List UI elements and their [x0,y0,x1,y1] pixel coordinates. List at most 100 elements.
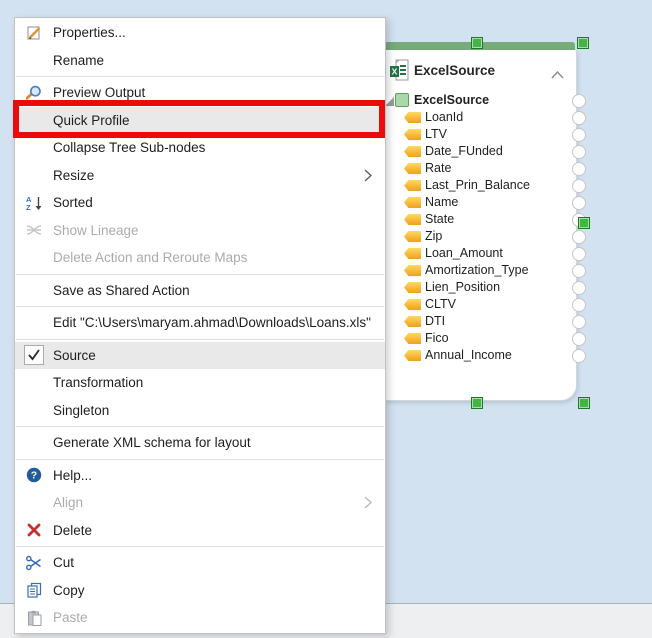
menu-item-sorted[interactable]: AZSorted [15,189,385,217]
menu-item-label: Properties... [53,25,126,40]
field-label: Zip [425,229,442,243]
tree-field-row[interactable]: Name [384,194,576,211]
connection-port[interactable] [572,162,586,176]
connection-port[interactable] [572,281,586,295]
tree-field-row[interactable]: Rate [384,160,576,177]
connection-port[interactable] [572,264,586,278]
resize-handle-top-mid[interactable] [471,37,483,49]
menu-item-show-lineage: Show Lineage [15,217,385,245]
context-menu: Properties... Rename Preview Output Quick P… [14,17,386,634]
menu-item-properties[interactable]: Properties... [15,19,385,47]
menu-item-save-as-shared-action[interactable]: Save as Shared Action [15,277,385,305]
flow-canvas[interactable]: X ExcelSource ExcelSourceLoanIdLTVDate_F… [0,0,652,637]
menu-item-help[interactable]: ?Help... [15,462,385,490]
menu-item-delete-action-and-reroute-maps: Delete Action and Reroute Maps [15,244,385,272]
tree-field-row[interactable]: CLTV [384,296,576,313]
field-tag-icon [404,129,421,140]
connection-port[interactable] [572,349,586,363]
field-label: DTI [425,314,445,328]
lineage-icon [15,223,53,237]
menu-item-collapse-tree-sub-nodes[interactable]: Collapse Tree Sub-nodes [15,134,385,162]
menu-item-label: Preview Output [53,85,145,100]
field-label: Rate [425,161,451,175]
menu-item-label: Transformation [53,375,143,390]
node-header[interactable]: X ExcelSource [384,50,576,92]
connection-port[interactable] [572,111,586,125]
delete-x-icon [15,523,53,537]
menu-item-label: Resize [53,168,94,183]
field-label: Amortization_Type [425,263,529,277]
field-tag-icon [404,282,421,293]
menu-item-cut[interactable]: Cut [15,549,385,577]
menu-item-label: Delete [53,523,92,538]
field-label: Date_FUnded [425,144,503,158]
tree-expander-icon[interactable] [385,97,394,106]
menu-item-label: Source [53,348,96,363]
svg-text:?: ? [31,470,37,482]
connection-port[interactable] [572,94,586,108]
connection-port[interactable] [572,332,586,346]
connection-port[interactable] [572,298,586,312]
tree-field-row[interactable]: Fico [384,330,576,347]
field-tag-icon [404,197,421,208]
menu-item-transformation[interactable]: Transformation [15,369,385,397]
field-label: Annual_Income [425,348,512,362]
menu-item-quick-profile[interactable]: Quick Profile [15,107,385,135]
connection-port[interactable] [572,179,586,193]
menu-item-label: Collapse Tree Sub-nodes [53,140,205,155]
tree-field-row[interactable]: LoanId [384,109,576,126]
field-tag-icon [404,350,421,361]
collapse-chevron-icon[interactable] [551,66,564,84]
checkmark-icon [15,345,53,365]
sort-az-icon: AZ [15,195,53,211]
excel-file-icon: X [389,59,410,87]
tree-field-row[interactable]: Loan_Amount [384,245,576,262]
svg-text:X: X [392,67,398,77]
menu-separator [16,306,384,307]
menu-item-preview-output[interactable]: Preview Output [15,79,385,107]
tree-field-row[interactable]: Amortization_Type [384,262,576,279]
node-title: ExcelSource [414,63,495,78]
magnifier-icon [15,85,53,101]
menu-item-rename[interactable]: Rename [15,47,385,75]
tree-field-row[interactable]: Lien_Position [384,279,576,296]
menu-item-label: Singleton [53,403,109,418]
field-label: CLTV [425,297,456,311]
connection-port[interactable] [572,196,586,210]
resize-handle-bottom-right[interactable] [578,397,590,409]
tree-field-row[interactable]: LTV [384,126,576,143]
excelsource-node[interactable]: X ExcelSource ExcelSourceLoanIdLTVDate_F… [383,50,577,401]
menu-item-label: Paste [53,610,88,625]
menu-item-copy[interactable]: Copy [15,577,385,605]
tree-field-row[interactable]: State [384,211,576,228]
connection-port[interactable] [572,128,586,142]
tree-field-row[interactable]: Zip [384,228,576,245]
tree-field-row[interactable]: Date_FUnded [384,143,576,160]
connection-port[interactable] [572,247,586,261]
menu-item-label: Delete Action and Reroute Maps [53,250,247,265]
root-node-icon [395,93,409,107]
menu-item-edit-file[interactable]: Edit "C:\Users\maryam.ahmad\Downloads\Lo… [15,309,385,337]
tree-root-row[interactable]: ExcelSource [384,92,576,109]
submenu-arrow-icon [364,169,385,182]
connection-port[interactable] [572,315,586,329]
field-tag-icon [404,163,421,174]
tree-field-row[interactable]: Last_Prin_Balance [384,177,576,194]
connection-port[interactable] [572,230,586,244]
field-label: LoanId [425,110,463,124]
resize-handle-right-mid[interactable] [578,217,590,229]
menu-item-resize[interactable]: Resize [15,162,385,190]
field-tag-icon [404,180,421,191]
connection-port[interactable] [572,145,586,159]
menu-item-delete[interactable]: Delete [15,517,385,545]
resize-handle-top-right[interactable] [577,37,589,49]
paste-icon [15,610,53,626]
tree-field-row[interactable]: DTI [384,313,576,330]
help-icon: ? [15,467,53,483]
resize-handle-bottom-mid[interactable] [471,397,483,409]
field-tag-icon [404,333,421,344]
menu-item-generate-xml-schema[interactable]: Generate XML schema for layout [15,429,385,457]
menu-item-source[interactable]: Source [15,342,385,370]
tree-field-row[interactable]: Annual_Income [384,347,576,364]
menu-item-singleton[interactable]: Singleton [15,397,385,425]
